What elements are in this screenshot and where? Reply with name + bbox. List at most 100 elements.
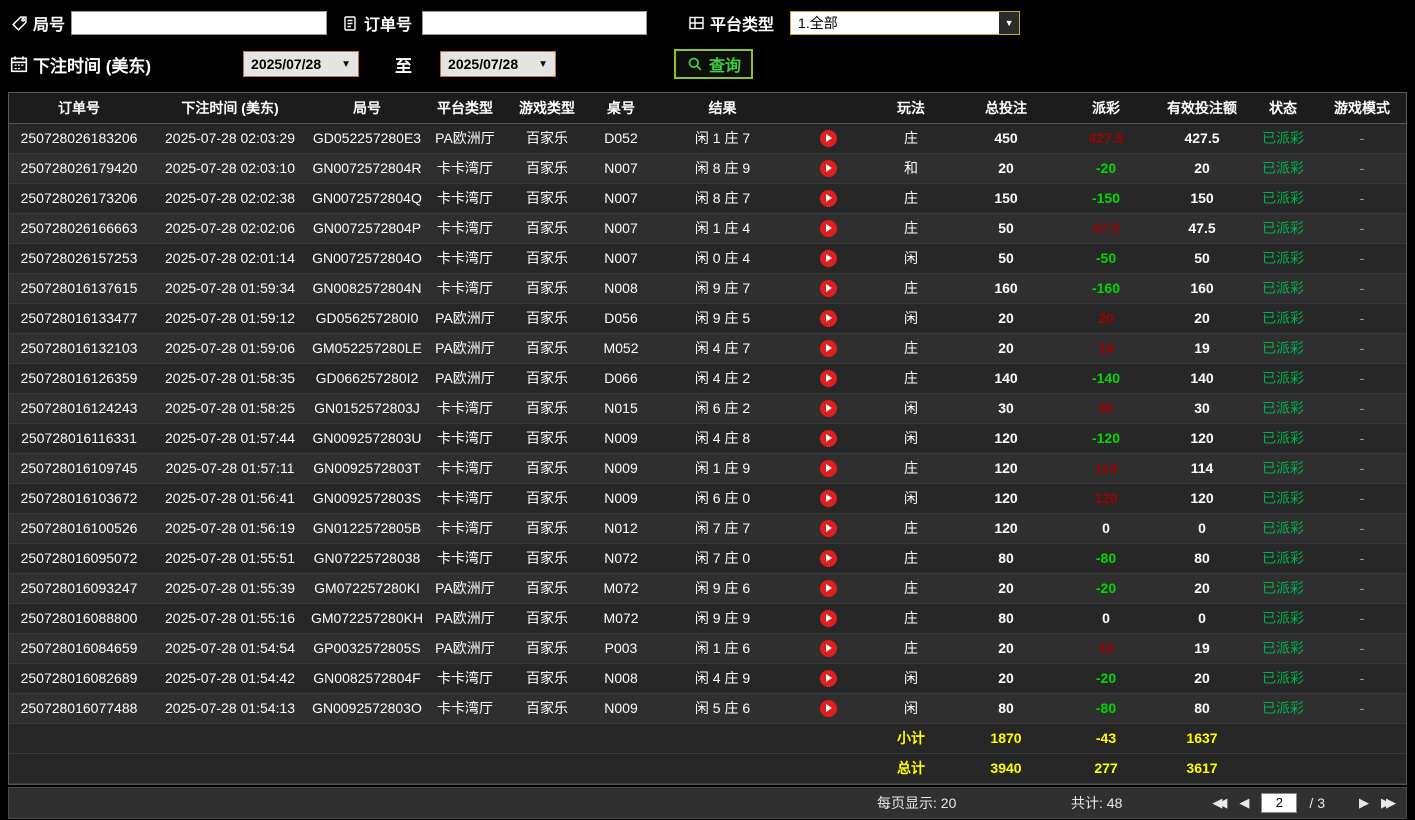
total-row-cell-game: [311, 753, 423, 784]
play-video-button[interactable]: [819, 609, 837, 627]
column-header-type: 游戏类型: [507, 93, 587, 124]
cell-status: 已派彩: [1248, 363, 1318, 394]
cell-type: 百家乐: [507, 663, 587, 694]
table-row: 250728016109745 2025-07-28 01:57:11 GN0092…: [9, 453, 1406, 484]
cell-game: GM072257280KH: [311, 603, 423, 634]
date-from-value: 2025/07/28: [251, 56, 322, 72]
cell-table: N009: [587, 483, 655, 514]
grid-icon: [687, 14, 705, 32]
cell-bet: 20: [956, 633, 1056, 664]
cell-result: 闲 4 庄 9: [655, 663, 790, 694]
page-count-label: / 3: [1309, 794, 1325, 811]
cell-platform: PA欧洲厅: [423, 303, 507, 334]
play-video-button[interactable]: [819, 129, 837, 147]
play-video-button[interactable]: [819, 219, 837, 237]
cell-type: 百家乐: [507, 513, 587, 544]
cell-status: 已派彩: [1248, 483, 1318, 514]
play-video-button[interactable]: [819, 669, 837, 687]
cell-bet: 20: [956, 663, 1056, 694]
cell-game: GM072257280KI: [311, 573, 423, 604]
cell-mode: -: [1318, 273, 1406, 304]
cell-type: 百家乐: [507, 153, 587, 184]
play-video-button[interactable]: [819, 459, 837, 477]
cell-payout: 19: [1056, 633, 1156, 664]
cell-bet: 80: [956, 543, 1056, 574]
cell-game: GN0072572804O: [311, 243, 423, 274]
per-page-label: 每页显示: 20: [877, 794, 957, 811]
play-icon: [826, 644, 832, 653]
cell-mode: -: [1318, 573, 1406, 604]
cell-status: 已派彩: [1248, 603, 1318, 634]
cell-status: 已派彩: [1248, 273, 1318, 304]
play-video-button[interactable]: [819, 309, 837, 327]
cell-play: [790, 603, 866, 634]
cell-payout: -20: [1056, 663, 1156, 694]
cell-platform: PA欧洲厅: [423, 603, 507, 634]
cell-type: 百家乐: [507, 423, 587, 454]
cell-payout: 120: [1056, 483, 1156, 514]
play-video-button[interactable]: [819, 249, 837, 267]
cell-valid: 19: [1156, 333, 1248, 364]
cell-bet: 120: [956, 453, 1056, 484]
cell-game: GN0152572803J: [311, 393, 423, 424]
cell-payout: 47.5: [1056, 213, 1156, 244]
next-page-button[interactable]: ▶: [1359, 796, 1369, 809]
platform-type-select[interactable]: 1.全部 ▼: [790, 11, 1021, 35]
total-count-label: 共计: 48: [1071, 794, 1123, 811]
cell-game: GN0092572803U: [311, 423, 423, 454]
cell-play: [790, 663, 866, 694]
cell-order: 250728016137615: [9, 273, 149, 304]
date-from-picker[interactable]: 2025/07/28 ▼: [243, 51, 360, 77]
query-button[interactable]: 查询: [674, 49, 754, 79]
game-no-input[interactable]: [71, 11, 328, 35]
last-page-button[interactable]: ▶▶: [1381, 796, 1396, 809]
play-video-button[interactable]: [819, 189, 837, 207]
play-video-button[interactable]: [819, 279, 837, 297]
play-video-button[interactable]: [819, 519, 837, 537]
date-to-picker[interactable]: 2025/07/28 ▼: [440, 51, 557, 77]
column-header-status: 状态: [1248, 93, 1318, 124]
table-row: 250728016095072 2025-07-28 01:55:51 GN0722…: [9, 543, 1406, 574]
cell-platform: 卡卡湾厅: [423, 243, 507, 274]
cell-status: 已派彩: [1248, 183, 1318, 214]
play-video-button[interactable]: [819, 489, 837, 507]
play-video-button[interactable]: [819, 399, 837, 417]
play-video-button[interactable]: [819, 429, 837, 447]
play-video-button[interactable]: [819, 369, 837, 387]
cell-result: 闲 5 庄 6: [655, 693, 790, 724]
play-video-button[interactable]: [819, 699, 837, 717]
total-row-cell-time: [149, 753, 311, 784]
subtotal-row-cell-mode: [1318, 723, 1406, 754]
play-video-button[interactable]: [819, 339, 837, 357]
play-video-button[interactable]: [819, 159, 837, 177]
cell-time: 2025-07-28 02:02:38: [149, 183, 311, 214]
cell-status: 已派彩: [1248, 213, 1318, 244]
order-no-input[interactable]: [422, 11, 648, 35]
cell-payout: 20: [1056, 303, 1156, 334]
cell-platform: PA欧洲厅: [423, 333, 507, 364]
cell-time: 2025-07-28 01:58:25: [149, 393, 311, 424]
cell-method: 闲: [866, 303, 956, 334]
play-video-button[interactable]: [819, 549, 837, 567]
cell-table: N009: [587, 693, 655, 724]
subtotal-row-cell-status: [1248, 723, 1318, 754]
total-row-cell-valid: 3617: [1156, 753, 1248, 784]
cell-platform: 卡卡湾厅: [423, 213, 507, 244]
cell-type: 百家乐: [507, 603, 587, 634]
prev-page-button[interactable]: ◀: [1239, 796, 1249, 809]
play-video-button[interactable]: [819, 639, 837, 657]
cell-payout: -140: [1056, 363, 1156, 394]
cell-play: [790, 453, 866, 484]
cell-payout: 30: [1056, 393, 1156, 424]
play-video-button[interactable]: [819, 579, 837, 597]
subtotal-row-cell-play: [790, 723, 866, 754]
first-page-button[interactable]: ◀◀: [1212, 796, 1227, 809]
page-number-input[interactable]: [1261, 792, 1298, 813]
cell-result: 闲 1 庄 6: [655, 633, 790, 664]
play-icon: [826, 284, 832, 293]
cell-play: [790, 513, 866, 544]
column-header-payout: 派彩: [1056, 93, 1156, 124]
column-header-time: 下注时间 (美东): [149, 93, 311, 124]
pagination-controls: ◀◀ ◀ / 3 ▶ ▶▶: [1212, 788, 1396, 818]
cell-time: 2025-07-28 01:54:13: [149, 693, 311, 724]
